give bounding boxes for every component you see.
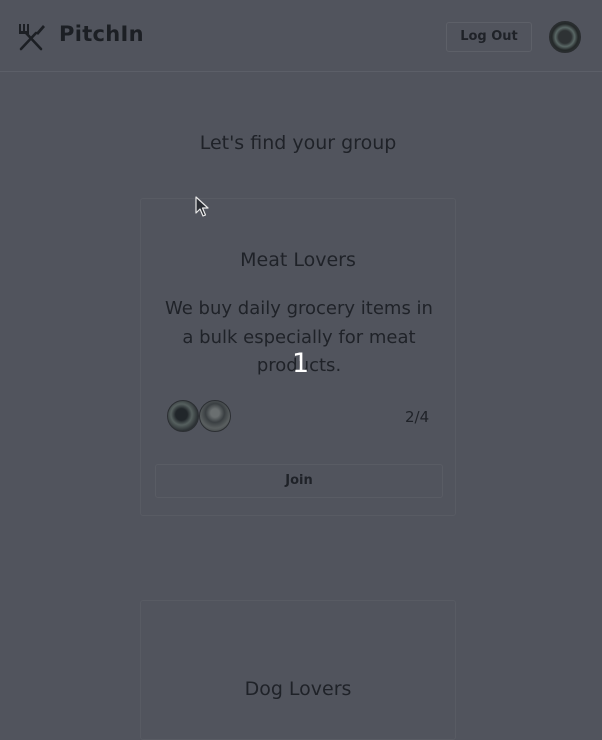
step-number-overlay: 1: [292, 348, 310, 379]
utensils-icon: [19, 24, 45, 51]
group-title: Meat Lovers: [240, 249, 356, 271]
logout-button[interactable]: Log Out: [446, 22, 532, 52]
member-avatar: [167, 400, 199, 432]
page-heading: Let's find your group: [199, 132, 397, 154]
member-avatar: [199, 400, 231, 432]
member-count: 2/4: [405, 408, 430, 426]
app-name[interactable]: PitchIn: [59, 22, 144, 46]
group-card: Dog Lovers: [140, 600, 456, 740]
group-title: Dog Lovers: [244, 678, 352, 700]
mouse-pointer-icon: [195, 196, 209, 217]
user-avatar[interactable]: [549, 21, 581, 53]
top-nav-bar: PitchIn Log Out: [0, 0, 602, 72]
join-button[interactable]: Join: [155, 464, 443, 498]
